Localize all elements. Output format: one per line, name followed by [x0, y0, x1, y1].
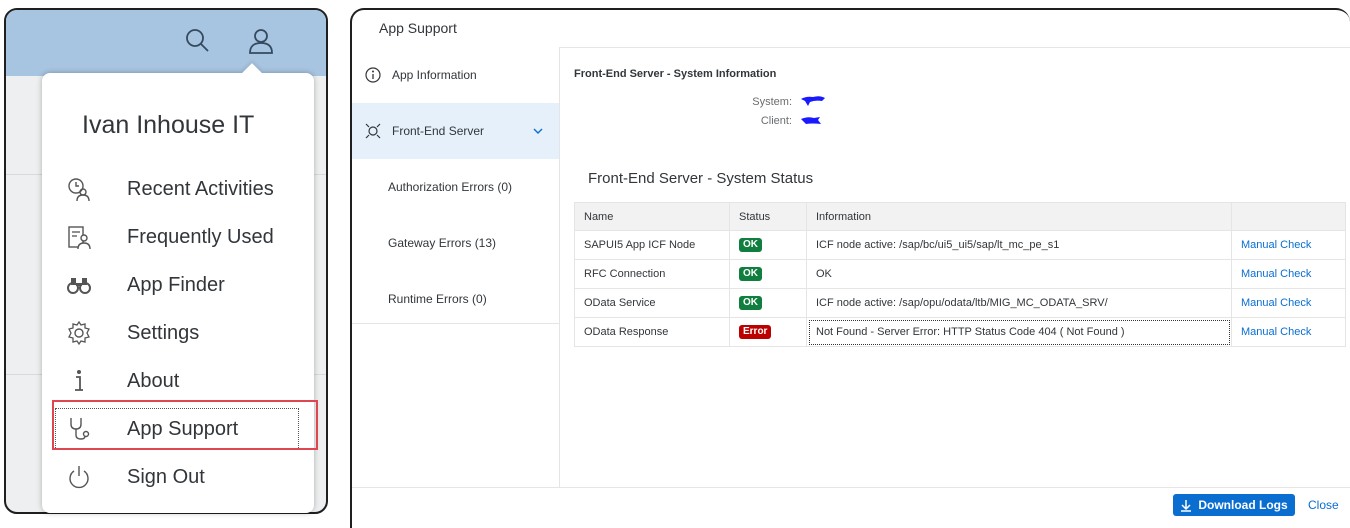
nav-item-label: Gateway Errors (13): [388, 236, 497, 250]
stethoscope-icon: [66, 415, 102, 443]
row-information: OK: [806, 259, 1232, 289]
nav-item-authorization-errors[interactable]: Authorization Errors (0): [352, 159, 559, 215]
server-icon: [365, 123, 381, 139]
system-label: System:: [752, 96, 792, 108]
download-logs-label: Download Logs: [1198, 498, 1288, 512]
row-name: OData Response: [574, 317, 730, 347]
menu-item-app-support[interactable]: App Support: [55, 408, 299, 450]
close-button[interactable]: Close: [1308, 498, 1339, 512]
column-header-name: Name: [574, 202, 730, 231]
info-icon: [66, 367, 102, 395]
menu-item-label: Settings: [127, 321, 200, 344]
info-icon: [365, 67, 381, 83]
table-header-row: Name Status Information: [574, 202, 1346, 231]
download-icon: [1181, 499, 1192, 512]
section-title: Front-End Server - System Information: [574, 68, 777, 80]
row-name: OData Service: [574, 288, 730, 318]
dialog-header: App Support: [352, 10, 1350, 48]
menu-item-app-finder[interactable]: App Finder: [66, 265, 304, 305]
nav-item-label: Authorization Errors (0): [388, 180, 513, 194]
manual-check-link[interactable]: Manual Check: [1241, 297, 1311, 309]
power-icon: [66, 463, 102, 491]
side-navigation: App Information Front-End Server Authori…: [352, 47, 560, 487]
chevron-down-icon[interactable]: [532, 125, 544, 137]
app-support-dialog: App Support App Information Front-End Se…: [350, 8, 1350, 528]
menu-item-label: About: [127, 369, 180, 392]
status-badge: OK: [739, 238, 762, 252]
dialog-title: App Support: [379, 20, 457, 36]
dialog-footer: Download Logs Close: [352, 487, 1350, 528]
manual-check-link[interactable]: Manual Check: [1241, 239, 1311, 251]
client-label: Client:: [760, 115, 792, 127]
column-header-action: [1231, 202, 1346, 231]
row-name: RFC Connection: [574, 259, 730, 289]
user-icon[interactable]: [246, 26, 276, 56]
table-row: SAPUI5 App ICF Node OK ICF node active: …: [574, 230, 1346, 260]
binoculars-icon: [66, 271, 102, 299]
content-area: Front-End Server - System Information Sy…: [560, 47, 1350, 487]
settings-gear-icon: [66, 319, 102, 347]
nav-item-runtime-errors[interactable]: Runtime Errors (0): [352, 271, 559, 327]
manual-check-link[interactable]: Manual Check: [1241, 268, 1311, 280]
menu-item-label: App Finder: [127, 273, 225, 296]
manual-check-link[interactable]: Manual Check: [1241, 326, 1311, 338]
user-actions-menu: Ivan Inhouse IT Recent Activities Freque…: [42, 63, 314, 513]
status-table: Name Status Information SAPUI5 App ICF N…: [574, 202, 1346, 347]
nav-item-app-information[interactable]: App Information: [352, 47, 559, 103]
row-information: ICF node active: /sap/opu/odata/ltb/MIG_…: [806, 288, 1232, 318]
menu-item-label: Sign Out: [127, 465, 205, 488]
status-badge: Error: [739, 325, 772, 339]
user-name: Ivan Inhouse IT: [82, 111, 255, 139]
status-badge: OK: [739, 296, 762, 310]
menu-item-recent-activities[interactable]: Recent Activities: [66, 169, 304, 209]
menu-item-settings[interactable]: Settings: [66, 313, 304, 353]
nav-item-label: Runtime Errors (0): [388, 292, 487, 306]
table-row: OData Response Error Not Found - Server …: [574, 317, 1346, 347]
menu-item-label: Frequently Used: [127, 225, 274, 248]
status-title: Front-End Server - System Status: [588, 170, 814, 187]
redaction-mark: [801, 117, 821, 124]
nav-divider: [352, 323, 559, 324]
shell-header: [6, 10, 326, 76]
column-header-information: Information: [806, 202, 1232, 231]
download-logs-button[interactable]: Download Logs: [1173, 494, 1295, 516]
frequently-used-icon: [66, 223, 102, 251]
row-information[interactable]: Not Found - Server Error: HTTP Status Co…: [806, 317, 1232, 347]
row-information: ICF node active: /sap/bc/ui5_ui5/sap/lt_…: [806, 230, 1232, 260]
redaction-mark: [801, 96, 825, 106]
status-badge: OK: [739, 267, 762, 281]
nav-item-label: Front-End Server: [392, 124, 485, 138]
menu-item-about[interactable]: About: [66, 361, 304, 401]
nav-item-gateway-errors[interactable]: Gateway Errors (13): [352, 215, 559, 271]
menu-item-frequently-used[interactable]: Frequently Used: [66, 217, 304, 257]
menu-item-label: App Support: [127, 417, 239, 440]
nav-item-label: App Information: [392, 68, 477, 82]
nav-item-front-end-server[interactable]: Front-End Server: [352, 103, 559, 159]
column-header-status: Status: [729, 202, 807, 231]
menu-item-sign-out[interactable]: Sign Out: [66, 457, 304, 497]
table-row: RFC Connection OK OK Manual Check: [574, 259, 1346, 289]
menu-item-label: Recent Activities: [127, 177, 274, 200]
search-icon[interactable]: [182, 26, 212, 56]
row-name: SAPUI5 App ICF Node: [574, 230, 730, 260]
table-row: OData Service OK ICF node active: /sap/o…: [574, 288, 1346, 318]
recent-activities-icon: [66, 175, 102, 203]
